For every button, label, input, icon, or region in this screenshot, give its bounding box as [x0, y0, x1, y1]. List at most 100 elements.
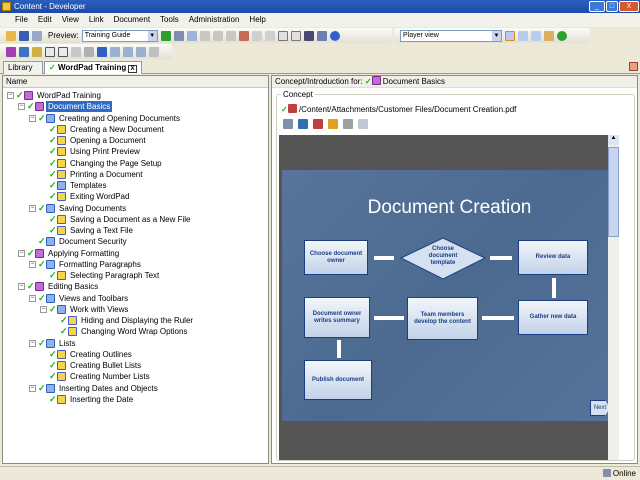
- undo-icon[interactable]: [251, 30, 262, 41]
- collapse-icon[interactable]: −: [29, 260, 36, 268]
- pdf-viewer[interactable]: Document Creation Choose document owner …: [279, 135, 619, 460]
- collapse-icon[interactable]: [290, 30, 301, 41]
- tree-item[interactable]: ✓ Templates: [40, 180, 108, 191]
- publish-icon[interactable]: [544, 30, 554, 41]
- tree-item[interactable]: ✓ Exiting WordPad: [40, 191, 131, 202]
- tree-item[interactable]: ✓ Creating Number Lists: [40, 371, 152, 382]
- collapse-icon[interactable]: −: [18, 103, 25, 111]
- get-icon[interactable]: [136, 46, 146, 57]
- break-link-icon[interactable]: [343, 119, 353, 129]
- tree-item[interactable]: ✓ Saving a Text File: [40, 225, 135, 236]
- tab-wordpad-training[interactable]: ✓ WordPad Training X: [44, 61, 142, 74]
- tree-item[interactable]: − ✓ Formatting Paragraphs: [29, 259, 143, 270]
- tree-item[interactable]: ✓ Creating Outlines: [40, 349, 134, 360]
- tree-item[interactable]: − ✓ Inserting Dates and Objects: [29, 383, 160, 394]
- attachment-path[interactable]: /Content/Attachments/Customer Files/Docu…: [299, 105, 516, 114]
- paste-icon[interactable]: [199, 30, 210, 41]
- tree-item[interactable]: − ✓ WordPad Training: [7, 90, 103, 101]
- collapse-icon[interactable]: −: [7, 92, 14, 99]
- tree-item[interactable]: ✓ Opening a Document: [40, 135, 148, 146]
- tree-item[interactable]: − ✓ Saving Documents: [29, 203, 128, 214]
- column-header-name[interactable]: Name: [3, 76, 268, 88]
- collapse-icon[interactable]: −: [18, 249, 25, 257]
- open-icon[interactable]: [6, 30, 16, 41]
- checkin-icon[interactable]: [123, 46, 133, 57]
- tree-item[interactable]: ✓ Printing a Document: [40, 169, 144, 180]
- print-icon[interactable]: [32, 30, 42, 41]
- redo-icon[interactable]: [264, 30, 275, 41]
- close-button[interactable]: X: [619, 1, 639, 12]
- tree-item[interactable]: ✓ Using Print Preview: [40, 146, 142, 157]
- move-down-icon[interactable]: [97, 46, 107, 57]
- tab-library[interactable]: Library: [3, 61, 43, 74]
- help-icon[interactable]: [329, 30, 340, 41]
- menu-file[interactable]: File: [10, 13, 33, 27]
- tree-item[interactable]: ✓ Saving a Document as a New File: [40, 214, 193, 225]
- tree-item[interactable]: ✓ Creating Bullet Lists: [40, 360, 143, 371]
- checkout-icon[interactable]: [110, 46, 120, 57]
- menu-edit[interactable]: Edit: [33, 13, 57, 27]
- copy-icon[interactable]: [186, 30, 197, 41]
- maximize-button[interactable]: □: [606, 1, 618, 12]
- tree-item[interactable]: ✓ Inserting the Date: [40, 394, 135, 405]
- go-icon[interactable]: [160, 30, 171, 41]
- attachment-icon[interactable]: [313, 119, 323, 129]
- layout-single-icon[interactable]: [505, 30, 515, 41]
- new-topic-icon[interactable]: [32, 46, 42, 57]
- tree-item[interactable]: ✓ Changing Word Wrap Options: [51, 326, 189, 337]
- collapse-icon[interactable]: −: [40, 305, 47, 313]
- tree-item[interactable]: ✓ Creating a New Document: [40, 124, 166, 135]
- unlink-icon[interactable]: [71, 46, 81, 57]
- menu-link[interactable]: Link: [84, 13, 109, 27]
- question-dropdown-icon[interactable]: [58, 46, 68, 57]
- tree-item[interactable]: ✓ Changing the Page Setup: [40, 158, 164, 169]
- pencil-icon[interactable]: [328, 119, 338, 129]
- binoculars-icon[interactable]: [303, 30, 314, 41]
- menu-tools[interactable]: Tools: [155, 13, 184, 27]
- expand-icon[interactable]: [277, 30, 288, 41]
- preview-icon[interactable]: [358, 119, 368, 129]
- tree-item[interactable]: − ✓ Views and Toolbars: [29, 293, 130, 304]
- link-icon[interactable]: [283, 119, 293, 129]
- cut-icon[interactable]: [173, 30, 184, 41]
- tree-item[interactable]: ✓ Hiding and Displaying the Ruler: [51, 315, 195, 326]
- scrollbar-thumb[interactable]: [608, 147, 619, 237]
- tree-item[interactable]: − ✓ Applying Formatting: [18, 248, 121, 259]
- collapse-icon[interactable]: −: [18, 283, 25, 291]
- next-button[interactable]: Next: [590, 400, 610, 416]
- tree-item[interactable]: − ✓ Document Basics: [18, 101, 113, 113]
- collapse-icon[interactable]: −: [29, 204, 36, 212]
- menu-help[interactable]: Help: [244, 13, 270, 27]
- tree-item[interactable]: ✓ Selecting Paragraph Text: [40, 270, 161, 281]
- collapse-icon[interactable]: −: [29, 384, 36, 392]
- minimize-button[interactable]: _: [589, 1, 605, 12]
- properties-icon[interactable]: [225, 30, 236, 41]
- collapse-icon[interactable]: −: [29, 294, 36, 302]
- tree-item[interactable]: − ✓ Creating and Opening Documents: [29, 113, 182, 124]
- menu-view[interactable]: View: [57, 13, 84, 27]
- tree-item[interactable]: − ✓ Lists: [29, 338, 77, 349]
- layout-vertical-icon[interactable]: [531, 30, 541, 41]
- tree-item[interactable]: − ✓ Editing Basics: [18, 281, 100, 292]
- close-pane-icon[interactable]: [629, 62, 638, 71]
- tree-item[interactable]: − ✓ Work with Views: [40, 304, 130, 315]
- preview-select[interactable]: Training Guide ▼: [81, 29, 158, 42]
- view-select[interactable]: Player view ▼: [400, 29, 502, 42]
- new-book-icon[interactable]: [6, 46, 16, 57]
- menu-administration[interactable]: Administration: [184, 13, 245, 27]
- vertical-scrollbar[interactable]: ▲: [608, 135, 619, 460]
- refresh-icon[interactable]: [557, 30, 567, 41]
- collapse-icon[interactable]: −: [29, 339, 36, 347]
- tree-item[interactable]: ✓ Document Security: [29, 236, 129, 247]
- menu-document[interactable]: Document: [109, 13, 155, 27]
- close-tab-icon[interactable]: X: [128, 65, 137, 73]
- delete-icon[interactable]: [212, 30, 223, 41]
- question-icon[interactable]: [45, 46, 55, 57]
- new-section-icon[interactable]: [19, 46, 29, 57]
- web-icon[interactable]: [298, 119, 308, 129]
- move-up-icon[interactable]: [84, 46, 94, 57]
- save-icon[interactable]: [19, 30, 29, 41]
- collapse-icon[interactable]: −: [29, 114, 36, 122]
- spellcheck-icon[interactable]: [316, 30, 327, 41]
- layout-horizontal-icon[interactable]: [518, 30, 528, 41]
